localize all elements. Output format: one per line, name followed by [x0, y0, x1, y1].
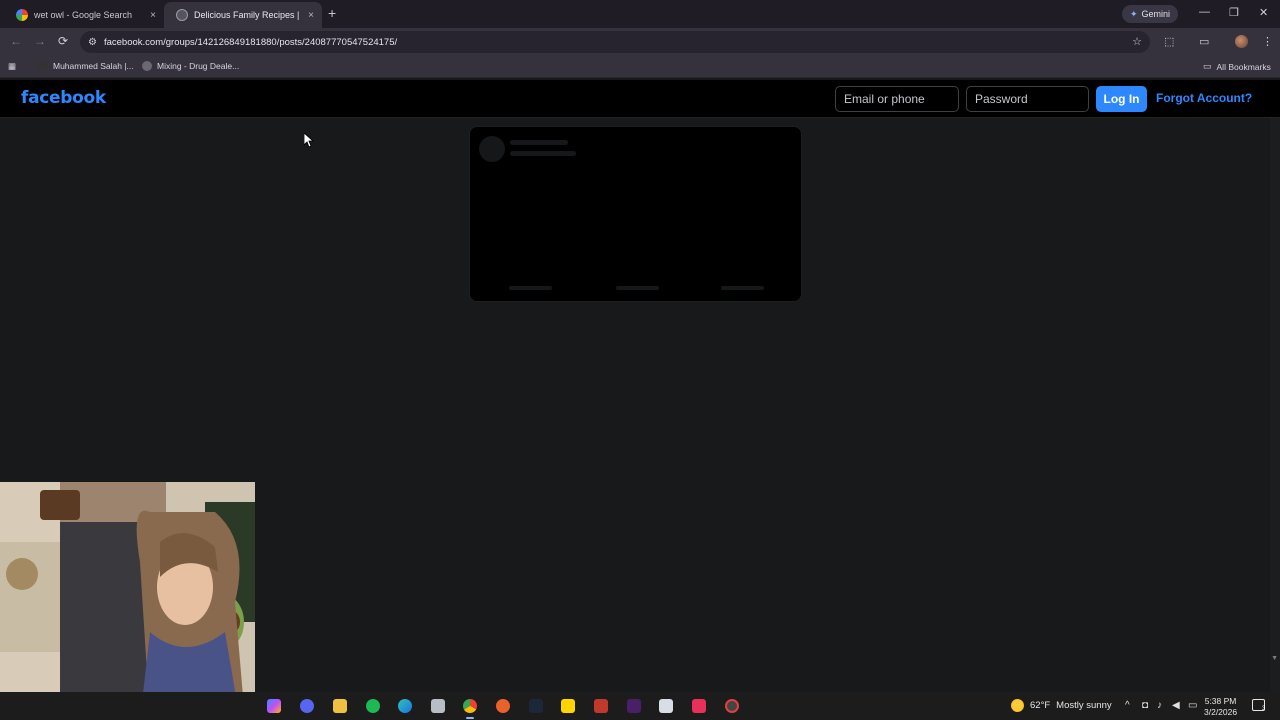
skeleton-line	[616, 286, 659, 290]
bookmark-favicon-icon	[38, 61, 48, 71]
sun-cloud-icon	[1011, 699, 1024, 712]
tab-title: wet owl - Google Search	[34, 10, 133, 20]
media-cast-icon[interactable]: ▭	[1199, 35, 1209, 48]
reload-button[interactable]: ⟳	[58, 34, 68, 48]
duckduckgo-icon[interactable]	[496, 699, 510, 713]
menu-kebab-icon[interactable]: ⋮	[1262, 35, 1273, 48]
close-tab-icon[interactable]: ×	[150, 10, 156, 21]
restore-button[interactable]: ❐	[1229, 6, 1239, 19]
spotify-icon[interactable]	[366, 699, 380, 713]
nzxt-icon[interactable]	[627, 699, 641, 713]
password-field[interactable]	[966, 86, 1089, 112]
apps-grid-icon[interactable]: ▦	[8, 61, 16, 72]
skeleton-line	[509, 286, 552, 290]
email-field[interactable]	[835, 86, 959, 112]
bookmark-label: Mixing - Drug Deale...	[157, 61, 240, 71]
clock-date: 3/2/2026	[1204, 707, 1238, 717]
clock-time: 5:38 PM	[1204, 696, 1237, 706]
loading-post-skeleton	[469, 126, 802, 302]
edge-icon[interactable]	[398, 699, 412, 713]
file-explorer-icon[interactable]	[333, 699, 347, 713]
all-bookmarks-label: All Bookmarks	[1216, 61, 1271, 72]
voicemeeter-icon[interactable]	[594, 699, 608, 713]
tab-google-search[interactable]: wet owl - Google Search ×	[4, 2, 164, 28]
extensions-icon[interactable]: ⬚	[1164, 35, 1174, 48]
weather-temp: 62°F	[1030, 700, 1051, 711]
login-button[interactable]: Log In	[1096, 86, 1147, 112]
skeleton-line	[721, 286, 764, 290]
microphone-icon[interactable]: ♪	[1157, 700, 1162, 711]
new-tab-button[interactable]: +	[328, 5, 336, 21]
skeleton-line	[510, 151, 576, 156]
weather-widget[interactable]: 62°F Mostly sunny	[1011, 699, 1112, 712]
google-icon	[16, 9, 28, 21]
bookmark-label: Muhammed Salah |...	[53, 61, 134, 71]
webcam-image	[0, 482, 255, 720]
gemini-label: Gemini	[1141, 9, 1171, 19]
bookmarks-bar: ▦ Muhammed Salah |... Mixing - Drug Deal…	[0, 56, 1280, 78]
forgot-account-link[interactable]: Forgot Account?	[1156, 91, 1252, 105]
facebook-header: facebook Log In Forgot Account?	[0, 80, 1280, 118]
profile-avatar[interactable]	[1235, 35, 1248, 48]
browser-toolbar: ← → ⟳ ⚙ facebook.com/groups/142126849181…	[0, 28, 1280, 56]
close-window-button[interactable]: ✕	[1259, 6, 1268, 19]
obs-icon[interactable]	[725, 699, 739, 713]
address-bar[interactable]: ⚙ facebook.com/groups/142126849181880/po…	[80, 31, 1150, 53]
gemini-button[interactable]: ✦ Gemini	[1122, 5, 1179, 23]
tiktok-icon[interactable]	[692, 699, 706, 713]
facebook-logo[interactable]: facebook	[21, 88, 106, 108]
system-clock[interactable]: 5:38 PM 3/2/2026	[1204, 696, 1237, 718]
back-button[interactable]: ←	[10, 34, 22, 48]
notepad-icon[interactable]	[431, 699, 445, 713]
forward-button[interactable]: →	[34, 34, 46, 48]
folder-icon: ▭	[1203, 61, 1212, 71]
minimize-button[interactable]: —	[1199, 6, 1210, 18]
all-bookmarks-button[interactable]: ▭ All Bookmarks	[1203, 61, 1271, 72]
bookmark-item[interactable]: Mixing - Drug Deale...	[142, 61, 239, 71]
site-info-icon[interactable]: ⚙	[88, 37, 97, 48]
bookmark-item[interactable]: Muhammed Salah |...	[38, 61, 134, 71]
tab-title: Delicious Family Recipes | Owls	[194, 10, 302, 20]
chrome-icon[interactable]	[463, 699, 477, 719]
tab-facebook-recipes[interactable]: Delicious Family Recipes | Owls ×	[164, 2, 322, 28]
skeleton-avatar	[479, 136, 505, 162]
bookmark-star-icon[interactable]: ☆	[1132, 35, 1142, 48]
gemini-sparkle-icon: ✦	[1130, 8, 1138, 19]
chevron-up-icon[interactable]: ^	[1125, 700, 1130, 711]
browser-tabstrip: wet owl - Google Search × Delicious Fami…	[0, 0, 1280, 28]
network-icon[interactable]: ▭	[1188, 700, 1197, 711]
sticky-notes-icon[interactable]	[561, 699, 575, 713]
speaker-icon[interactable]: ◀	[1172, 700, 1180, 711]
discord-icon[interactable]	[300, 699, 314, 713]
camera-icon[interactable]: ◘	[1142, 700, 1148, 711]
scroll-down-icon[interactable]: ▼	[1271, 655, 1278, 662]
copilot-icon[interactable]	[267, 699, 281, 713]
skeleton-line	[510, 140, 568, 145]
notification-count: 3	[1262, 706, 1266, 712]
weather-condition: Mostly sunny	[1056, 700, 1112, 711]
loading-icon	[176, 9, 188, 21]
globe-icon	[142, 61, 152, 71]
steam-icon[interactable]	[529, 699, 543, 713]
close-tab-icon[interactable]: ×	[308, 10, 314, 21]
windows-taskbar: 62°F Mostly sunny ^ ◘ ♪ ◀ ▭ 5:38 PM 3/2/…	[0, 692, 1280, 720]
window-app-icon[interactable]	[659, 699, 673, 713]
url-text: facebook.com/groups/142126849181880/post…	[103, 36, 398, 48]
page-scrollbar[interactable]: ▼	[1270, 118, 1280, 692]
webcam-overlay	[0, 482, 255, 720]
screen: wet owl - Google Search × Delicious Fami…	[0, 0, 1280, 720]
